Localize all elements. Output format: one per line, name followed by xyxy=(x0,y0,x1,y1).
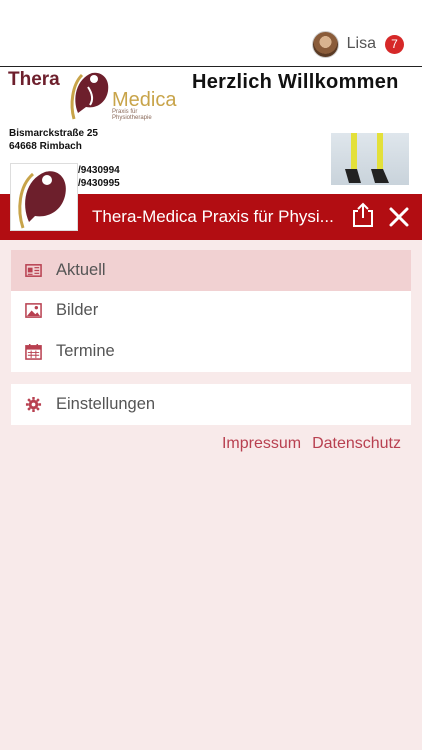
footer-links: Impressum Datenschutz xyxy=(222,435,401,453)
app-thumbnail xyxy=(10,163,78,231)
city: 64668 Rimbach xyxy=(9,141,82,152)
logo-mark-icon xyxy=(70,72,109,120)
menu-label-aktuell: Aktuell xyxy=(56,260,106,279)
header-title: Thera-Medica Praxis für Physi... xyxy=(92,207,334,226)
logo-thera-text: Thera xyxy=(8,69,60,90)
welcome-heading: Herzlich Willkommen xyxy=(192,71,399,93)
user-profile[interactable]: Lisa 7 xyxy=(311,30,404,58)
menu-label-bilder: Bilder xyxy=(56,301,99,320)
news-icon xyxy=(25,263,42,277)
close-icon[interactable] xyxy=(387,205,411,229)
impressum-link[interactable]: Impressum xyxy=(222,435,301,453)
phone-numbers: /9430994 /9430995 xyxy=(78,164,120,190)
calendar-icon xyxy=(25,343,42,360)
avatar[interactable] xyxy=(311,30,339,58)
app-header: Thera-Medica Praxis für Physi... xyxy=(0,163,422,240)
menu-item-aktuell[interactable]: Aktuell xyxy=(11,250,411,291)
thumbnail-logo-icon xyxy=(18,171,66,229)
datenschutz-link[interactable]: Datenschutz xyxy=(312,435,401,453)
logo-subtitle: Praxis für Physiotherapie xyxy=(112,109,152,121)
menu-label-termine: Termine xyxy=(56,341,115,360)
settings-menu: Einstellungen xyxy=(11,384,411,425)
fitness-photo xyxy=(331,133,409,185)
phone-1: /9430994 xyxy=(78,165,120,176)
username[interactable]: Lisa xyxy=(347,35,376,53)
menu-label-einstellungen: Einstellungen xyxy=(56,394,156,413)
address: Bismarckstraße 25 64668 Rimbach xyxy=(9,127,98,153)
menu-item-bilder[interactable]: Bilder xyxy=(11,291,411,332)
top-bar: Lisa 7 xyxy=(0,0,422,66)
street: Bismarckstraße 25 xyxy=(9,128,98,139)
share-icon[interactable] xyxy=(350,202,376,228)
menu-item-einstellungen[interactable]: Einstellungen xyxy=(11,384,411,425)
main-menu: Aktuell Bilder Termine xyxy=(11,250,411,372)
handles-graphic xyxy=(345,169,389,183)
notification-badge[interactable]: 7 xyxy=(385,34,404,54)
thera-medica-logo: Thera Medica Praxis für Physiotherapie xyxy=(8,69,178,121)
phone-2: /9430995 xyxy=(78,178,120,189)
gear-icon xyxy=(25,396,42,412)
image-icon xyxy=(25,303,42,319)
menu-item-termine[interactable]: Termine xyxy=(11,331,411,372)
